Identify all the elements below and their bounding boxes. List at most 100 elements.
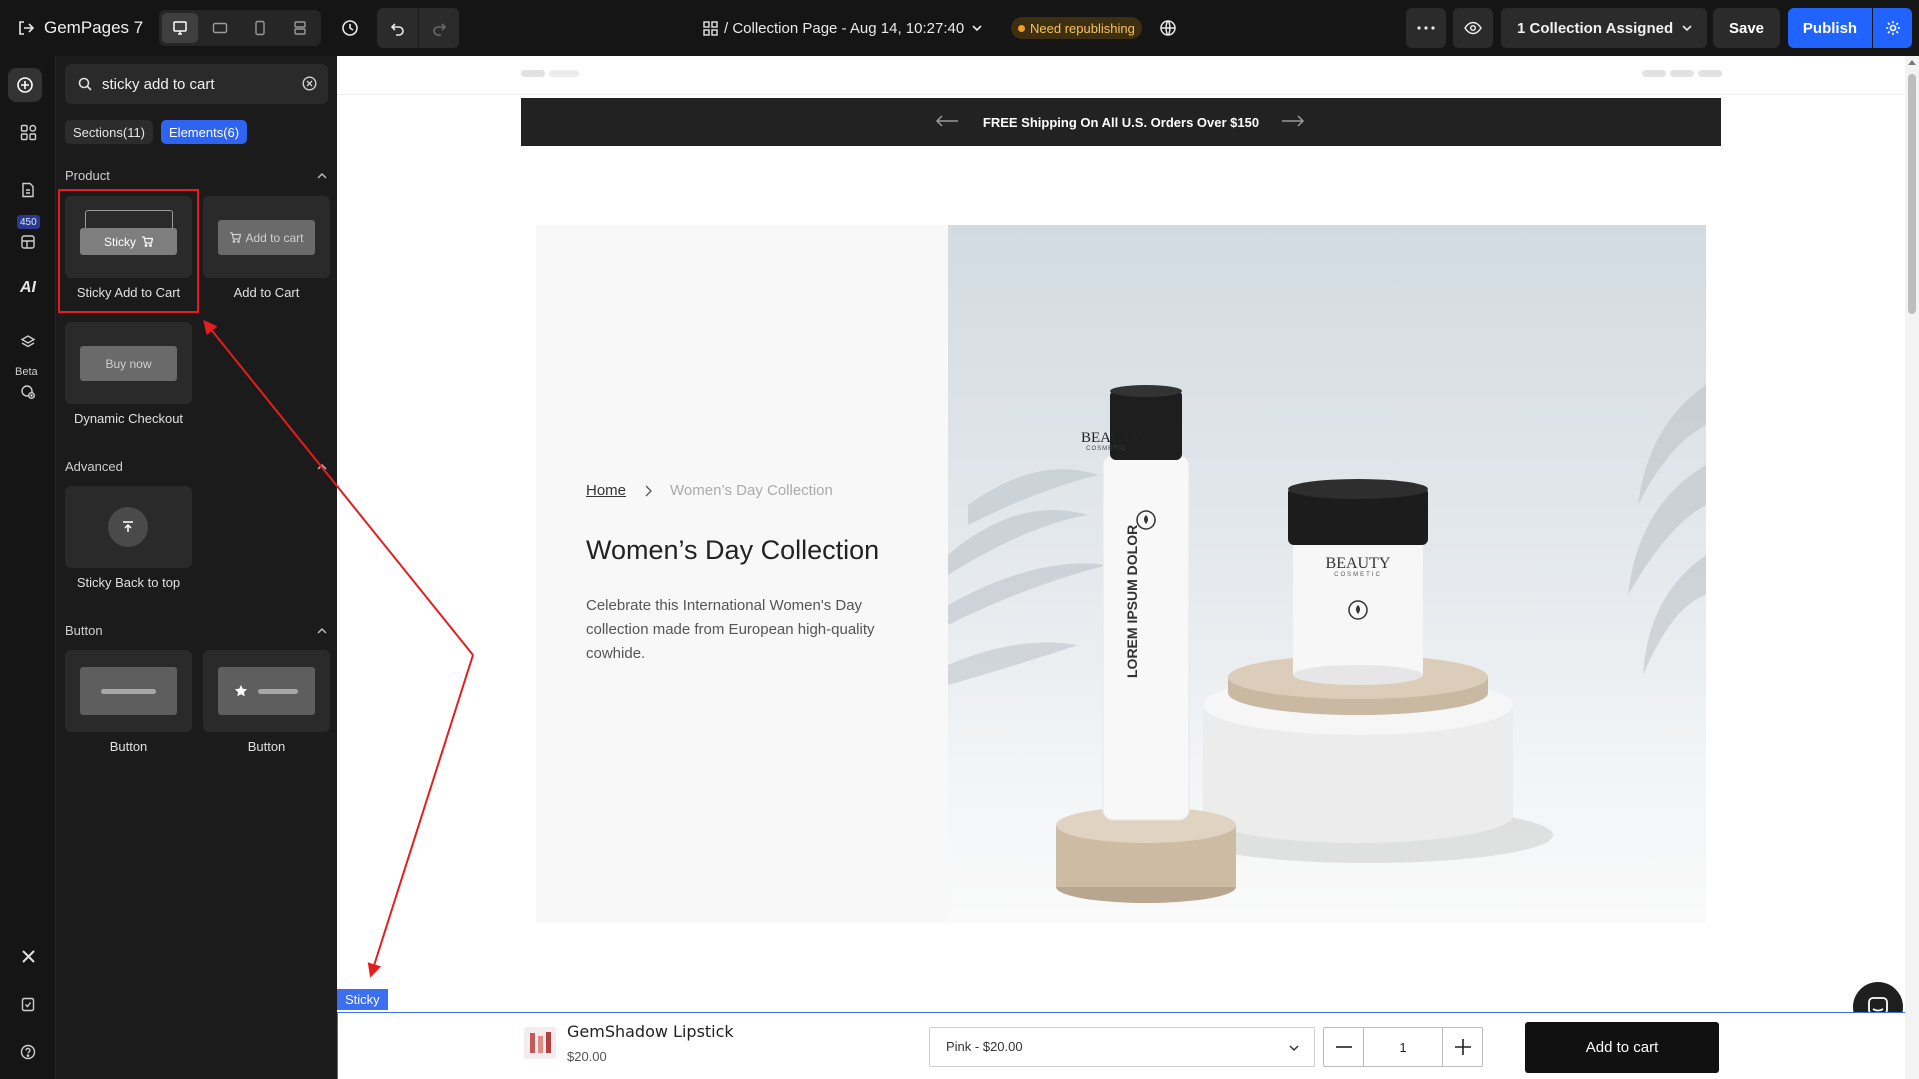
breadcrumb-home[interactable]: Home: [586, 482, 626, 499]
app: GemPages 7 / Collection Page - Aug 14, 1…: [0, 0, 1919, 1079]
undo-redo-group: [377, 8, 459, 48]
checklist-icon[interactable]: [14, 990, 42, 1018]
collection-title: Women’s Day Collection: [586, 535, 880, 565]
quantity-input[interactable]: 1: [1364, 1028, 1442, 1066]
canvas-scrollbar[interactable]: [1905, 56, 1919, 1079]
add-element-icon[interactable]: [8, 68, 42, 102]
button-preview: [218, 667, 315, 715]
minus-icon[interactable]: [1324, 1028, 1364, 1066]
element-label: Button: [109, 739, 148, 754]
plus-icon[interactable]: [1442, 1028, 1482, 1066]
variant-select[interactable]: Pink - $20.00: [929, 1027, 1315, 1067]
bottle-brand: BEAUTY: [1081, 430, 1142, 446]
section-title: Advanced: [65, 459, 123, 474]
star-icon: [234, 684, 248, 698]
page-icon[interactable]: [14, 176, 42, 204]
exit-icon[interactable]: [14, 16, 38, 40]
layers-icon[interactable]: [14, 328, 42, 356]
collection-description: Celebrate this International Women's Day…: [586, 597, 875, 662]
redo-icon[interactable]: [418, 8, 459, 48]
ai-icon[interactable]: AI: [14, 274, 42, 302]
tab-sections[interactable]: Sections(11): [65, 120, 154, 144]
help-icon[interactable]: [14, 1038, 42, 1066]
header-placeholder: [1698, 70, 1722, 77]
chevron-down-icon[interactable]: [968, 19, 986, 37]
collection-hero[interactable]: Home Women’s Day Collection Women’s Day …: [536, 225, 1706, 923]
header-placeholder: [521, 70, 545, 77]
jar-brand: BEAUTY: [1325, 555, 1391, 572]
element-card-icon-button[interactable]: [203, 650, 330, 732]
button-preview-line: [258, 689, 298, 694]
element-label: Add to Cart: [233, 285, 300, 300]
top-bar: GemPages 7 / Collection Page - Aug 14, 1…: [0, 0, 1919, 56]
sticky-product-name: GemShadow Lipstick: [567, 1022, 734, 1041]
history-icon[interactable]: [338, 16, 362, 40]
element-card-button[interactable]: [65, 650, 192, 732]
more-button[interactable]: [1406, 8, 1446, 48]
optimize-icon[interactable]: [14, 378, 42, 406]
header-divider: [337, 94, 1905, 95]
x-icon[interactable]: [14, 942, 42, 970]
editor-canvas[interactable]: FREE Shipping On All U.S. Orders Over $1…: [337, 56, 1919, 1079]
breadcrumb-current: Women’s Day Collection: [670, 482, 833, 499]
header-placeholder: [1642, 70, 1666, 77]
publish-settings-button[interactable]: [1873, 8, 1912, 48]
element-label: Sticky Back to top: [76, 575, 181, 590]
preview-button[interactable]: [1453, 8, 1493, 48]
save-button[interactable]: Save: [1713, 8, 1780, 48]
announcement-text: FREE Shipping On All U.S. Orders Over $1…: [982, 114, 1260, 130]
mobile-icon[interactable]: [242, 13, 278, 43]
status-dot: [1018, 24, 1025, 32]
hero-product-image[interactable]: BEAUTY COSMETIC LOREM IPSUM DOLOR BEAUTY…: [948, 225, 1706, 923]
section-header-product[interactable]: Product: [65, 168, 328, 183]
element-card-dynamic-checkout[interactable]: Buy now: [65, 322, 192, 404]
globe-icon[interactable]: [1157, 17, 1179, 39]
section-title: Product: [65, 168, 110, 183]
search-input[interactable]: [102, 72, 292, 96]
chevron-up-icon: [316, 170, 328, 182]
button-preview: [80, 667, 177, 715]
tablet-icon[interactable]: [202, 13, 238, 43]
left-rail: 450 AI Beta: [0, 56, 56, 1079]
sticky-add-to-cart-bar[interactable]: GemShadow Lipstick $20.00 Pink - $20.00 …: [337, 1012, 1905, 1079]
arrow-right-icon[interactable]: [1281, 114, 1305, 128]
chevron-up-icon: [316, 625, 328, 637]
search-icon: [78, 77, 92, 91]
element-card-sticky-back-to-top[interactable]: [65, 486, 192, 568]
button-preview-line: [101, 689, 156, 694]
collection-assigned-dropdown[interactable]: 1 Collection Assigned: [1501, 8, 1707, 48]
arrow-left-icon[interactable]: [935, 114, 959, 128]
add-to-cart-button[interactable]: Add to cart: [1525, 1022, 1719, 1073]
desktop-icon[interactable]: [162, 13, 198, 43]
section-header-advanced[interactable]: Advanced: [65, 459, 328, 474]
tab-elements[interactable]: Elements(6): [161, 120, 248, 144]
pages-icon[interactable]: [700, 18, 720, 38]
header-placeholder: [1670, 70, 1694, 77]
more-icon: [1417, 26, 1435, 30]
section-header-button[interactable]: Button: [65, 623, 328, 638]
library-icon[interactable]: [14, 228, 42, 256]
quantity-stepper: 1: [1323, 1027, 1483, 1067]
publish-button[interactable]: Publish: [1788, 8, 1872, 48]
clear-search-icon[interactable]: [302, 76, 317, 91]
search-box: [65, 64, 328, 104]
undo-icon[interactable]: [377, 8, 418, 48]
scroll-up-icon[interactable]: [1908, 60, 1916, 65]
gear-icon: [1885, 20, 1901, 36]
page-title[interactable]: / Collection Page - Aug 14, 10:27:40: [724, 16, 964, 40]
bottle-label: LOREM IPSUM DOLOR: [1124, 524, 1140, 678]
add-to-cart-preview-label: Add to cart: [245, 230, 304, 245]
elements-panel: Sections(11) Elements(6) Product Sticky …: [56, 56, 337, 1079]
scrollbar-thumb[interactable]: [1908, 74, 1916, 314]
apps-icon[interactable]: [14, 118, 42, 146]
element-card-add-to-cart[interactable]: Add to cart: [203, 196, 330, 278]
status-badge: Need republishing: [1011, 17, 1142, 39]
responsive-icon[interactable]: [282, 13, 318, 43]
sticky-tag[interactable]: Sticky: [337, 989, 388, 1010]
panel-tabs: Sections(11) Elements(6): [65, 120, 248, 144]
section-title: Button: [65, 623, 103, 638]
element-label: Dynamic Checkout: [73, 411, 184, 426]
announcement-bar[interactable]: FREE Shipping On All U.S. Orders Over $1…: [521, 98, 1721, 146]
highlight-box: [58, 189, 199, 313]
header-placeholder: [549, 70, 579, 77]
